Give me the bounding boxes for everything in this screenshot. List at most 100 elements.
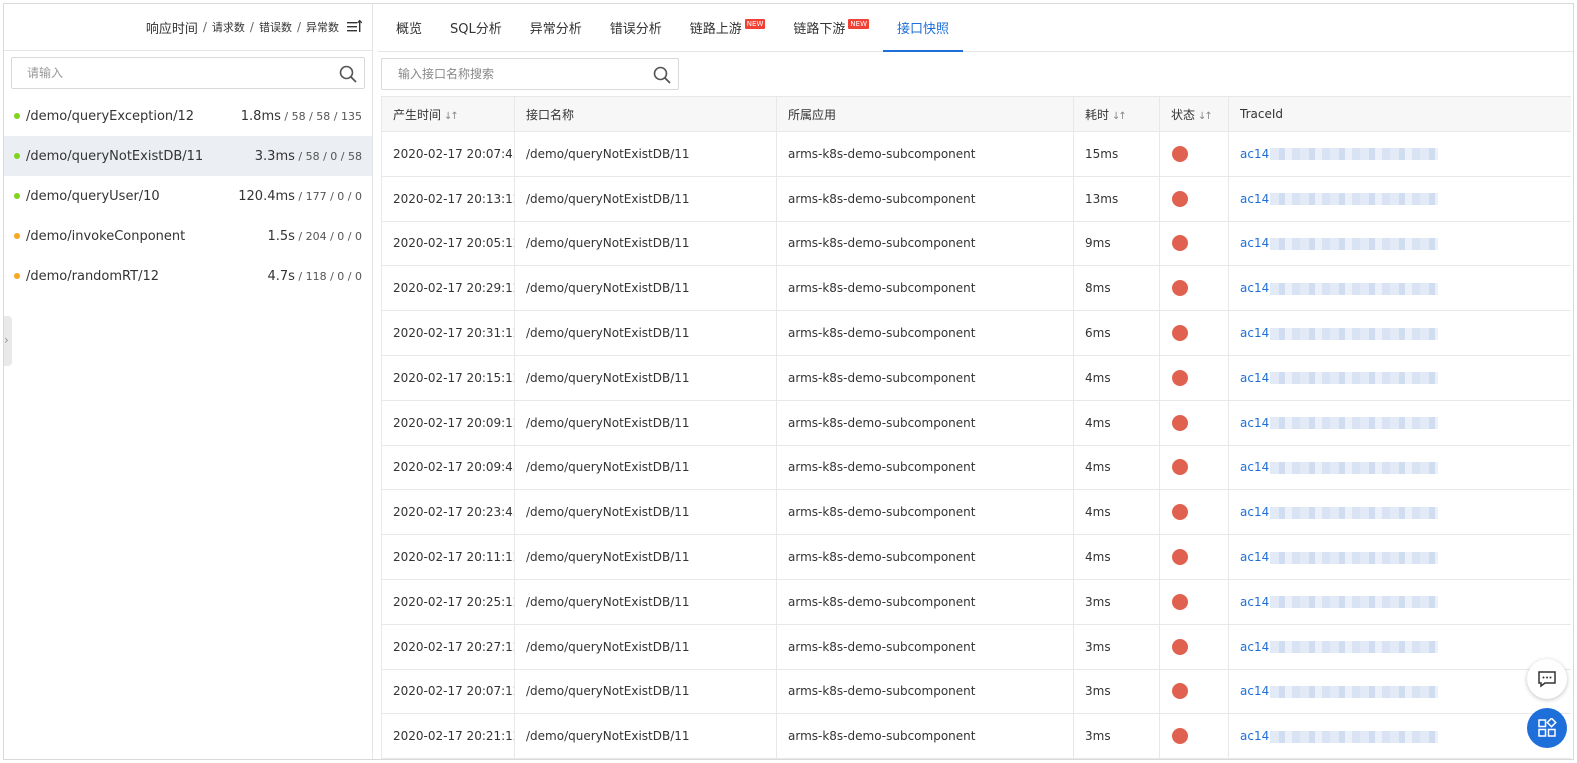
table-row[interactable]: 2020-02-17 20:05:12/demo/queryNotExistDB… xyxy=(381,220,1571,267)
tab-6[interactable]: 接口快照 xyxy=(883,4,964,52)
tab-2[interactable]: 异常分析 xyxy=(516,4,596,51)
cell-trace: ac14 xyxy=(1228,534,1571,580)
sort-arrows-icon[interactable]: ↓↑ xyxy=(1198,111,1213,122)
endpoint-item[interactable]: /demo/queryUser/10 120.4ms / 177 / 0 / 0 xyxy=(4,176,372,216)
search-icon[interactable] xyxy=(652,65,672,85)
redacted-trace-id xyxy=(1270,685,1439,698)
redacted-trace-id xyxy=(1270,551,1439,564)
cell-app: arms-k8s-demo-subcomponent xyxy=(776,175,1074,222)
cell-status xyxy=(1159,578,1229,625)
tab-3[interactable]: 错误分析 xyxy=(596,4,676,51)
sort-arrows-icon[interactable]: ↓↑ xyxy=(1112,111,1127,122)
trace-id-link[interactable]: ac14 xyxy=(1240,326,1269,340)
cell-duration: 4ms xyxy=(1073,444,1160,491)
chat-button[interactable] xyxy=(1527,659,1567,699)
table-row[interactable]: 2020-02-17 20:25:12/demo/queryNotExistDB… xyxy=(381,578,1571,625)
collapse-handle[interactable]: › xyxy=(4,316,12,366)
health-dot xyxy=(14,273,20,279)
trace-id-link[interactable]: ac14 xyxy=(1240,729,1269,743)
sort-arrows-icon[interactable]: ↓↑ xyxy=(444,111,459,122)
search-icon[interactable] xyxy=(338,64,358,84)
table-row[interactable]: 2020-02-17 20:09:12/demo/queryNotExistDB… xyxy=(381,399,1571,446)
cell-time: 2020-02-17 20:27:12 xyxy=(381,623,515,670)
table-row[interactable]: 2020-02-17 20:07:43/demo/queryNotExistDB… xyxy=(381,131,1571,177)
trace-id-link[interactable]: ac14 xyxy=(1240,684,1269,698)
table-row[interactable]: 2020-02-17 20:07:12/demo/queryNotExistDB… xyxy=(381,668,1571,715)
col-name-header: 接口名称 xyxy=(514,96,777,132)
trace-id-link[interactable]: ac14 xyxy=(1240,595,1269,609)
metric-exceptions[interactable]: 异常数 xyxy=(306,19,339,35)
table-row[interactable]: 2020-02-17 20:23:43/demo/queryNotExistDB… xyxy=(381,489,1571,536)
tab-5[interactable]: 链路下游 NEW xyxy=(779,4,883,51)
endpoint-name: /demo/invokeConponent xyxy=(26,228,186,244)
tab-label: 概览 xyxy=(396,22,423,37)
cell-endpoint-name: /demo/queryNotExistDB/11 xyxy=(514,444,777,491)
tab-label: 链路下游 xyxy=(793,22,846,37)
snapshot-search xyxy=(381,58,679,90)
table-row[interactable]: 2020-02-17 20:11:12/demo/queryNotExistDB… xyxy=(381,534,1571,580)
cell-app: arms-k8s-demo-subcomponent xyxy=(776,265,1074,312)
tab-0[interactable]: 概览 xyxy=(382,4,436,51)
tab-bar: 概览 SQL分析 异常分析 错误分析 链路上游 NEW 链路下游 NEW 接口快照 xyxy=(378,4,1573,52)
col-duration-header[interactable]: 耗时 ↓↑ xyxy=(1073,96,1160,132)
metric-response-time[interactable]: 响应时间 xyxy=(146,18,198,37)
cell-time: 2020-02-17 20:13:12 xyxy=(381,175,515,222)
trace-id-link[interactable]: ac14 xyxy=(1240,505,1269,519)
trace-id-link[interactable]: ac14 xyxy=(1240,640,1269,654)
metric-errors[interactable]: 错误数 xyxy=(259,19,292,35)
col-name-label: 接口名称 xyxy=(526,107,575,122)
endpoint-response-time: 1.8ms xyxy=(240,108,281,124)
trace-id-link[interactable]: ac14 xyxy=(1240,550,1269,564)
endpoint-item[interactable]: /demo/randomRT/12 4.7s / 118 / 0 / 0 xyxy=(4,256,372,296)
col-trace-header: TraceId xyxy=(1228,96,1571,132)
table-row[interactable]: 2020-02-17 20:31:12/demo/queryNotExistDB… xyxy=(381,310,1571,356)
trace-id-link[interactable]: ac14 xyxy=(1240,460,1269,474)
sort-lines-icon[interactable] xyxy=(346,19,362,35)
trace-id-link[interactable]: ac14 xyxy=(1240,371,1269,385)
error-status-dot xyxy=(1172,504,1188,521)
trace-id-link[interactable]: ac14 xyxy=(1240,416,1269,430)
cell-trace: ac14 xyxy=(1228,131,1571,177)
error-status-dot xyxy=(1172,145,1188,162)
cell-endpoint-name: /demo/queryNotExistDB/11 xyxy=(514,489,777,536)
cell-app: arms-k8s-demo-subcomponent xyxy=(776,623,1074,670)
cell-trace: ac14 xyxy=(1228,265,1571,312)
apps-grid-icon xyxy=(1538,718,1557,737)
endpoint-item[interactable]: /demo/invokeConponent 1.5s / 204 / 0 / 0 xyxy=(4,216,372,256)
redacted-trace-id xyxy=(1270,372,1439,385)
table-row[interactable]: 2020-02-17 20:15:12/demo/queryNotExistDB… xyxy=(381,354,1571,401)
table-row[interactable]: 2020-02-17 20:27:12/demo/queryNotExistDB… xyxy=(381,623,1571,670)
new-badge: NEW xyxy=(848,18,869,29)
trace-id-link[interactable]: ac14 xyxy=(1240,147,1269,161)
tab-4[interactable]: 链路上游 NEW xyxy=(676,4,780,51)
cell-duration: 4ms xyxy=(1073,354,1160,401)
cell-trace: ac14 xyxy=(1228,713,1571,759)
endpoint-search xyxy=(11,57,365,89)
redacted-trace-id xyxy=(1270,193,1439,206)
redacted-trace-id xyxy=(1270,148,1439,161)
new-badge: NEW xyxy=(744,18,766,29)
table-row[interactable]: 2020-02-17 20:09:43/demo/queryNotExistDB… xyxy=(381,444,1571,491)
apps-button[interactable] xyxy=(1527,708,1567,748)
endpoint-response-time: 120.4ms xyxy=(238,188,295,204)
snapshot-search-input[interactable] xyxy=(382,59,678,89)
error-status-dot xyxy=(1172,190,1188,207)
tab-1[interactable]: SQL分析 xyxy=(436,4,516,51)
endpoint-item[interactable]: /demo/queryNotExistDB/11 3.3ms / 58 / 0 /… xyxy=(4,136,372,176)
trace-id-link[interactable]: ac14 xyxy=(1240,281,1269,295)
cell-endpoint-name: /demo/queryNotExistDB/11 xyxy=(514,578,777,625)
endpoint-search-input[interactable] xyxy=(12,58,364,88)
table-row[interactable]: 2020-02-17 20:29:12/demo/queryNotExistDB… xyxy=(381,265,1571,312)
trace-id-link[interactable]: ac14 xyxy=(1240,236,1269,250)
metric-requests[interactable]: 请求数 xyxy=(212,19,245,35)
table-row[interactable]: 2020-02-17 20:13:12/demo/queryNotExistDB… xyxy=(381,175,1571,222)
detail-panel: 概览SQL分析异常分析错误分析链路上游NEW链路下游NEW接口快照 产生时间↓↑… xyxy=(378,4,1573,759)
col-status-header[interactable]: 状态 ↓↑ xyxy=(1159,96,1229,132)
endpoint-item[interactable]: /demo/queryException/12 1.8ms / 58 / 58 /… xyxy=(4,96,372,136)
trace-id-link[interactable]: ac14 xyxy=(1240,192,1269,206)
cell-endpoint-name: /demo/queryNotExistDB/11 xyxy=(514,534,777,580)
table-row[interactable]: 2020-02-17 20:21:12/demo/queryNotExistDB… xyxy=(381,713,1571,759)
table-body: 2020-02-17 20:07:43/demo/queryNotExistDB… xyxy=(381,131,1571,759)
col-time-header[interactable]: 产生时间 ↓↑ xyxy=(381,96,515,132)
cell-app: arms-k8s-demo-subcomponent xyxy=(776,444,1074,491)
